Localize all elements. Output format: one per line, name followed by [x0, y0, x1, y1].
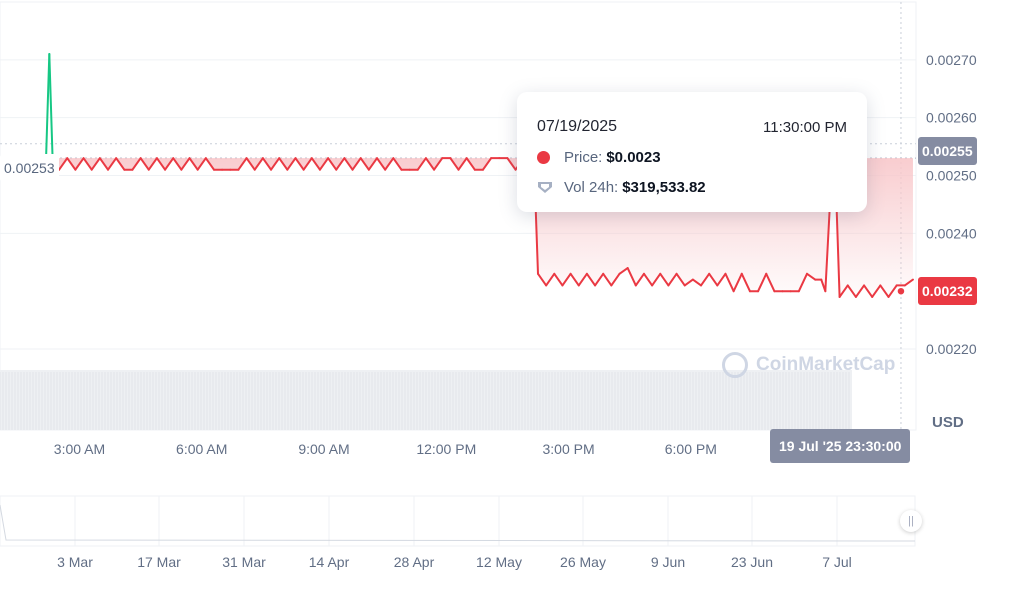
navigator-tick-label: 31 Mar — [222, 554, 266, 570]
x-tick-label: 3:00 PM — [542, 441, 594, 457]
y-tick-label: 0.00220 — [926, 341, 977, 357]
navigator-tick-label: 7 Jul — [822, 554, 852, 570]
x-tick-label: 6:00 AM — [176, 441, 227, 457]
navigator-frame — [0, 495, 916, 547]
navigator-tick-label: 14 Apr — [309, 554, 350, 570]
y-tick-label: 0.00260 — [926, 110, 977, 126]
navigator-tick-label: 12 May — [476, 554, 522, 570]
x-tick-label: 9:00 AM — [298, 441, 349, 457]
tooltip-volume-label: Vol 24h: — [564, 178, 619, 196]
y-tick-label: 0.00240 — [926, 225, 977, 241]
navigator-tick-label: 17 Mar — [137, 554, 181, 570]
watermark: CoinMarketCap — [722, 352, 895, 378]
tooltip-date: 07/19/2025 — [537, 118, 618, 135]
x-tick-label: 6:00 PM — [665, 441, 717, 457]
navigator-tick-label: 9 Jun — [651, 554, 685, 570]
tooltip: 07/19/2025 11:30:00 PM Price: $0.0023 Vo… — [517, 92, 867, 212]
y-tick-label: 0.00250 — [926, 168, 977, 184]
hover-price-badge: 0.00255 — [918, 137, 977, 165]
tooltip-price-value: $0.0023 — [606, 148, 661, 166]
navigator-tick-label: 26 May — [560, 554, 606, 570]
tooltip-volume-value: $319,533.82 — [622, 178, 706, 196]
coinmarketcap-logo-icon — [722, 352, 748, 378]
tooltip-time: 11:30:00 PM — [763, 118, 847, 136]
navigator-tick-label: 23 Jun — [731, 554, 773, 570]
volume-icon — [538, 182, 552, 193]
pause-icon[interactable]: || — [900, 510, 922, 532]
x-tick-label: 3:00 AM — [54, 441, 105, 457]
price-chart[interactable]: 0.00270 0.00260 0.00250 0.00240 0.00220 3:00 … — [0, 0, 1009, 608]
hover-time-badge: 19 Jul '25 23:30:00 — [770, 429, 911, 463]
navigator-tick-label: 28 Apr — [394, 554, 435, 570]
current-price-badge: 0.00232 — [918, 277, 977, 305]
hover-point — [896, 286, 906, 296]
x-tick-label: 12:00 PM — [416, 441, 476, 457]
navigator-tick-label: 3 Mar — [57, 554, 93, 570]
reference-price-label: 0.00253 — [0, 154, 59, 182]
price-dot-icon — [537, 150, 550, 164]
y-tick-label: 0.00270 — [926, 52, 977, 68]
tooltip-price-label: Price: — [564, 148, 603, 166]
watermark-text: CoinMarketCap — [756, 354, 896, 375]
currency-label: USD — [932, 414, 964, 431]
